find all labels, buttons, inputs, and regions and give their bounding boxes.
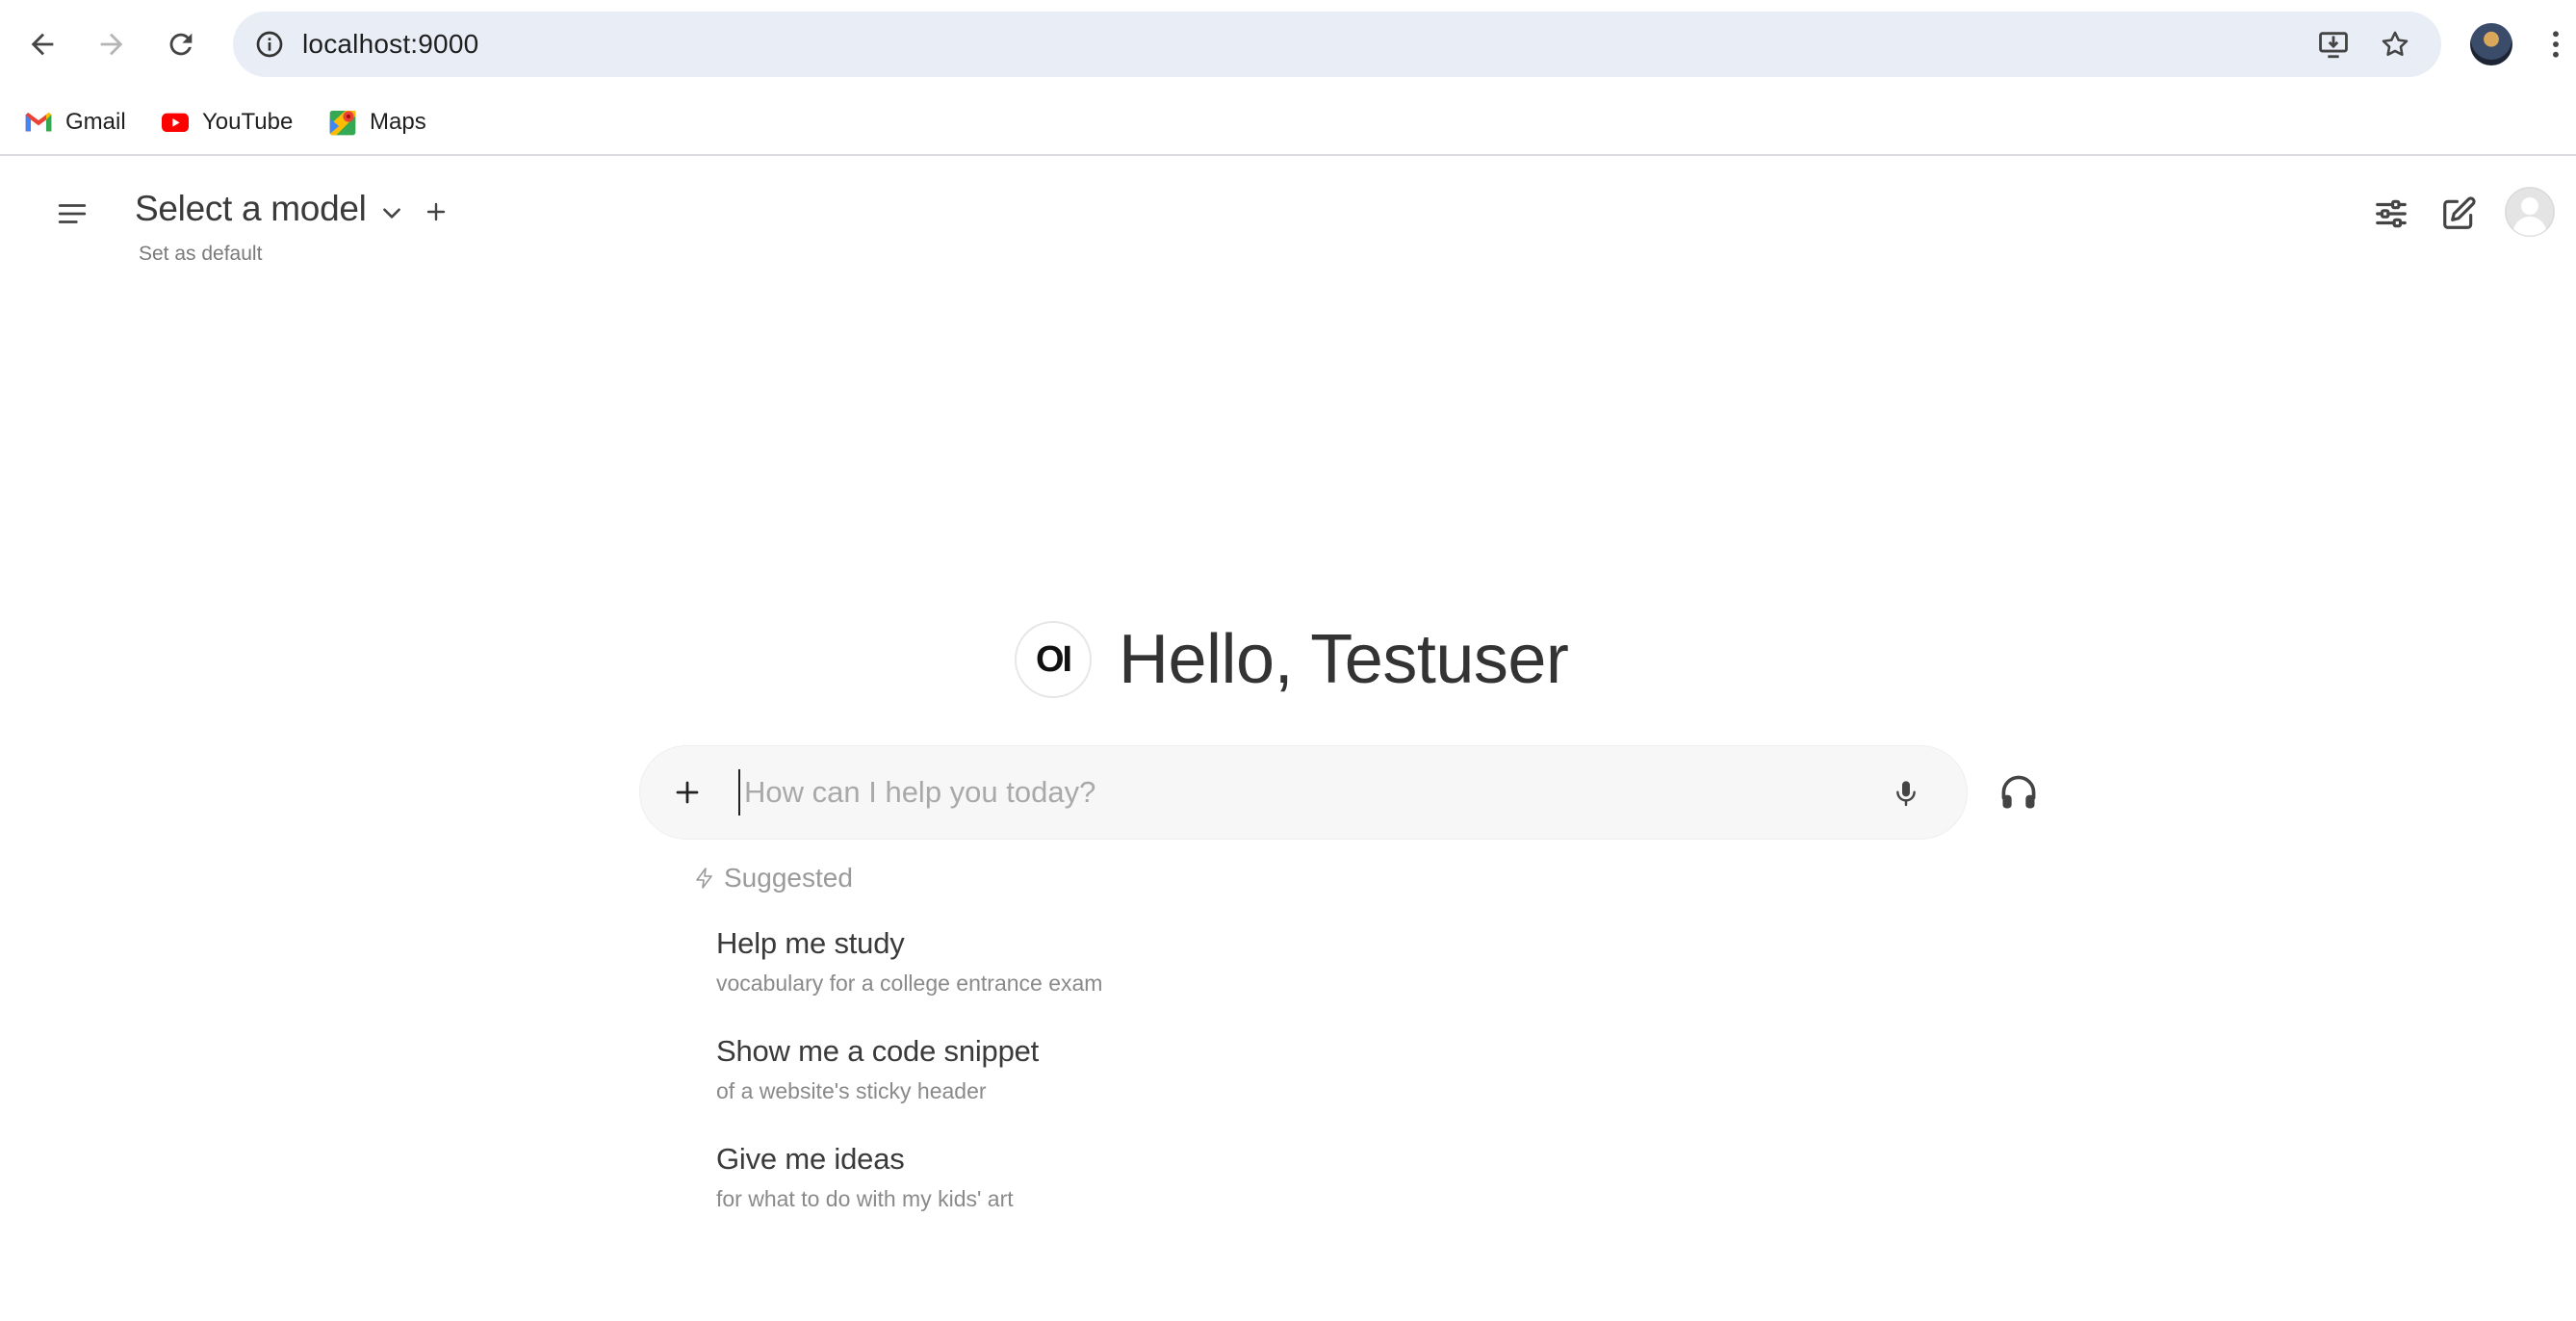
chat-app: Select a model Set as default OI Hello, … [0,156,2576,1321]
bookmark-gmail[interactable]: Gmail [15,98,134,146]
address-bar[interactable]: localhost:9000 [233,12,2441,77]
bookmarks-bar: Gmail YouTube Maps [0,89,2576,156]
user-avatar[interactable] [2505,187,2555,237]
reload-icon [169,33,193,56]
plus-icon [426,202,446,221]
browser-profile-avatar[interactable] [2470,23,2512,65]
reload-button[interactable] [152,15,210,73]
suggestion-subtitle: for what to do with my kids' art [716,1186,1014,1211]
greeting: OI Hello, Testuser [1015,620,1569,699]
headphones-icon [2001,775,2036,809]
maps-icon [329,111,356,136]
browser-toolbar: localhost:9000 [0,0,2576,89]
user-silhouette-icon [2505,187,2555,237]
browser-menu-button[interactable] [2541,21,2570,67]
greeting-text: Hello, Testuser [1119,621,1569,698]
menu-lines-icon [58,204,87,223]
suggestion-give-me-ideas[interactable]: Give me ideas for what to do with my kid… [716,1142,1014,1212]
bookmark-youtube[interactable]: YouTube [152,98,300,146]
youtube-icon [162,113,189,132]
microphone-icon [1896,781,1916,807]
voice-mode-button[interactable] [1993,766,2045,818]
plus-icon [676,781,699,804]
sidebar-toggle-button[interactable] [48,190,96,238]
set-as-default-link[interactable]: Set as default [139,243,262,266]
voice-input-button[interactable] [1882,769,1930,817]
edit-icon [2443,196,2476,229]
chat-input-box [639,745,1968,840]
bookmark-label: YouTube [202,109,294,135]
controls-button[interactable] [2364,187,2418,241]
install-app-icon[interactable] [2310,21,2357,67]
bookmark-label: Maps [370,109,426,135]
back-button[interactable] [13,15,71,73]
gmail-icon [25,113,52,132]
site-info-icon[interactable] [246,21,293,67]
bookmark-star-icon[interactable] [2372,21,2418,67]
suggestion-subtitle: of a website's sticky header [716,1078,987,1103]
bookmark-maps[interactable]: Maps [320,98,434,146]
new-chat-button[interactable] [2432,187,2486,241]
arrow-left-icon [31,33,54,56]
model-selector-title[interactable]: Select a model [135,189,367,229]
more-vertical-icon [2553,31,2559,58]
model-selector-dropdown[interactable] [377,198,406,227]
add-model-button[interactable] [422,196,451,227]
suggestion-title: Show me a code snippet [716,1034,1040,1068]
lightning-icon [696,868,712,889]
suggestion-code-snippet[interactable]: Show me a code snippet of a website's st… [716,1034,1039,1104]
suggestion-title: Give me ideas [716,1142,905,1176]
suggested-label: Suggested [724,863,853,893]
attach-button[interactable] [665,770,709,815]
chat-message-input[interactable] [738,769,1845,816]
open-webui-logo: OI [1015,621,1092,698]
forward-button[interactable] [83,15,141,73]
bookmark-label: Gmail [65,109,126,135]
suggestion-help-me-study[interactable]: Help me study vocabulary for a college e… [716,926,1102,997]
suggestion-subtitle: vocabulary for a college entrance exam [716,971,1103,996]
arrow-right-icon [100,33,123,56]
suggested-header: Suggested [693,863,853,894]
sliders-icon [2376,199,2407,228]
suggestion-title: Help me study [716,926,905,960]
chevron-down-icon [383,208,400,219]
url-text: localhost:9000 [302,29,479,59]
